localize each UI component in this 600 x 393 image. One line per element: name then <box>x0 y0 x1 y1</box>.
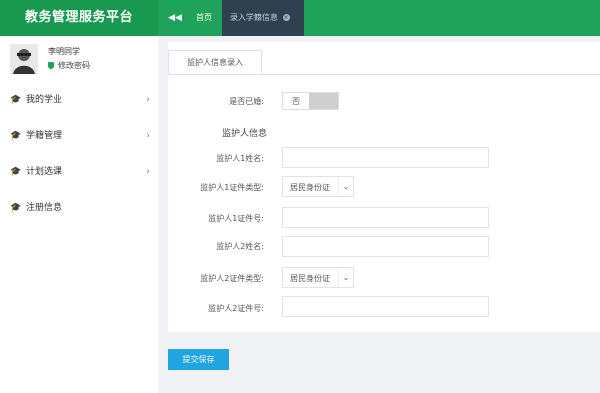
sidebar-item-label: 我的学业 <box>26 95 63 105</box>
tab-guardian-info-entry[interactable]: 监护人信息录入 <box>168 50 262 75</box>
guardian2-id-type-label: 监护人2证件类型: <box>200 274 264 283</box>
chevron-down-icon: ⌄ <box>338 177 353 196</box>
graduation-cap-icon: 🎓 <box>10 203 22 213</box>
sidebar-item-registration-info[interactable]: 🎓 注册信息 <box>0 194 158 230</box>
change-password-label: 修改密码 <box>58 61 90 70</box>
tab-home[interactable]: 首页 <box>188 0 220 36</box>
married-toggle-value: 否 <box>292 97 300 106</box>
guardian2-id-number-label: 监护人2证件号: <box>208 304 264 313</box>
guardian1-id-number-input[interactable] <box>282 207 489 228</box>
sidebar: 李明同学 修改密码 🎓 我的学业 › 🎓 学籍管理 › 🎓 计划选课 › 🎓 注册信息 <box>0 36 158 393</box>
chevron-right-icon: › <box>146 167 150 177</box>
sidebar-item-label: 计划选课 <box>26 167 63 177</box>
guardian2-name-input[interactable] <box>282 236 489 257</box>
user-avatar-graphic <box>10 44 38 74</box>
guardian1-id-type-select[interactable]: 居民身份证 ⌄ <box>282 176 354 197</box>
tab-home-label: 首页 <box>196 13 212 22</box>
guardian2-id-type-value: 居民身份证 <box>290 274 330 283</box>
toggle-knob <box>309 93 338 109</box>
married-label: 是否已婚: <box>229 97 264 106</box>
double-chevron-left-icon[interactable]: ◀◀ <box>164 0 186 36</box>
guardian2-id-number-input[interactable] <box>282 296 489 317</box>
sidebar-item-student-status[interactable]: 🎓 学籍管理 › <box>0 122 158 158</box>
sidebar-item-course-selection[interactable]: 🎓 计划选课 › <box>0 158 158 194</box>
guardian1-id-number-label: 监护人1证件号: <box>208 214 264 223</box>
sidebar-item-label: 学籍管理 <box>26 131 63 141</box>
tab-divider <box>168 74 600 75</box>
sidebar-menu: 🎓 我的学业 › 🎓 学籍管理 › 🎓 计划选课 › 🎓 注册信息 <box>0 86 158 230</box>
tab-student-info-entry-label: 录入学籍信息 <box>230 13 278 22</box>
guardian-info-panel: 监护人信息录入 是否已婚: 否 监护人信息 监护人1姓名: 监护人1证件类型: … <box>168 42 600 332</box>
guardian-section-title: 监护人信息 <box>222 129 268 139</box>
guardian2-name-label: 监护人2姓名: <box>216 242 264 251</box>
top-navigation-bar: 教务管理服务平台 ◀◀ 首页 录入学籍信息 × <box>0 0 600 36</box>
sidebar-item-label: 注册信息 <box>26 203 63 213</box>
married-toggle[interactable]: 否 <box>282 92 339 110</box>
user-name: 李明同学 <box>48 47 80 56</box>
submit-save-button[interactable]: 提交保存 <box>168 349 229 370</box>
sidebar-item-my-studies[interactable]: 🎓 我的学业 › <box>0 86 158 122</box>
graduation-cap-icon: 🎓 <box>10 167 22 177</box>
avatar <box>10 44 38 74</box>
graduation-cap-icon: 🎓 <box>10 131 22 141</box>
guardian1-id-type-label: 监护人1证件类型: <box>200 183 264 192</box>
shield-icon <box>48 62 54 69</box>
guardian1-id-type-value: 居民身份证 <box>290 183 330 192</box>
guardian1-name-label: 监护人1姓名: <box>216 154 264 163</box>
chevron-down-icon: ⌄ <box>338 268 353 287</box>
guardian1-name-input[interactable] <box>282 147 489 168</box>
close-tab-icon[interactable]: × <box>282 14 290 21</box>
user-profile: 李明同学 修改密码 <box>8 44 148 78</box>
app-title: 教务管理服务平台 <box>0 0 158 36</box>
graduation-cap-icon: 🎓 <box>10 95 22 105</box>
chevron-right-icon: › <box>146 95 150 105</box>
change-password-link[interactable]: 修改密码 <box>48 60 90 71</box>
chevron-right-icon: › <box>146 131 150 141</box>
tab-student-info-entry[interactable]: 录入学籍信息 × <box>222 0 304 36</box>
guardian2-id-type-select[interactable]: 居民身份证 ⌄ <box>282 267 354 288</box>
